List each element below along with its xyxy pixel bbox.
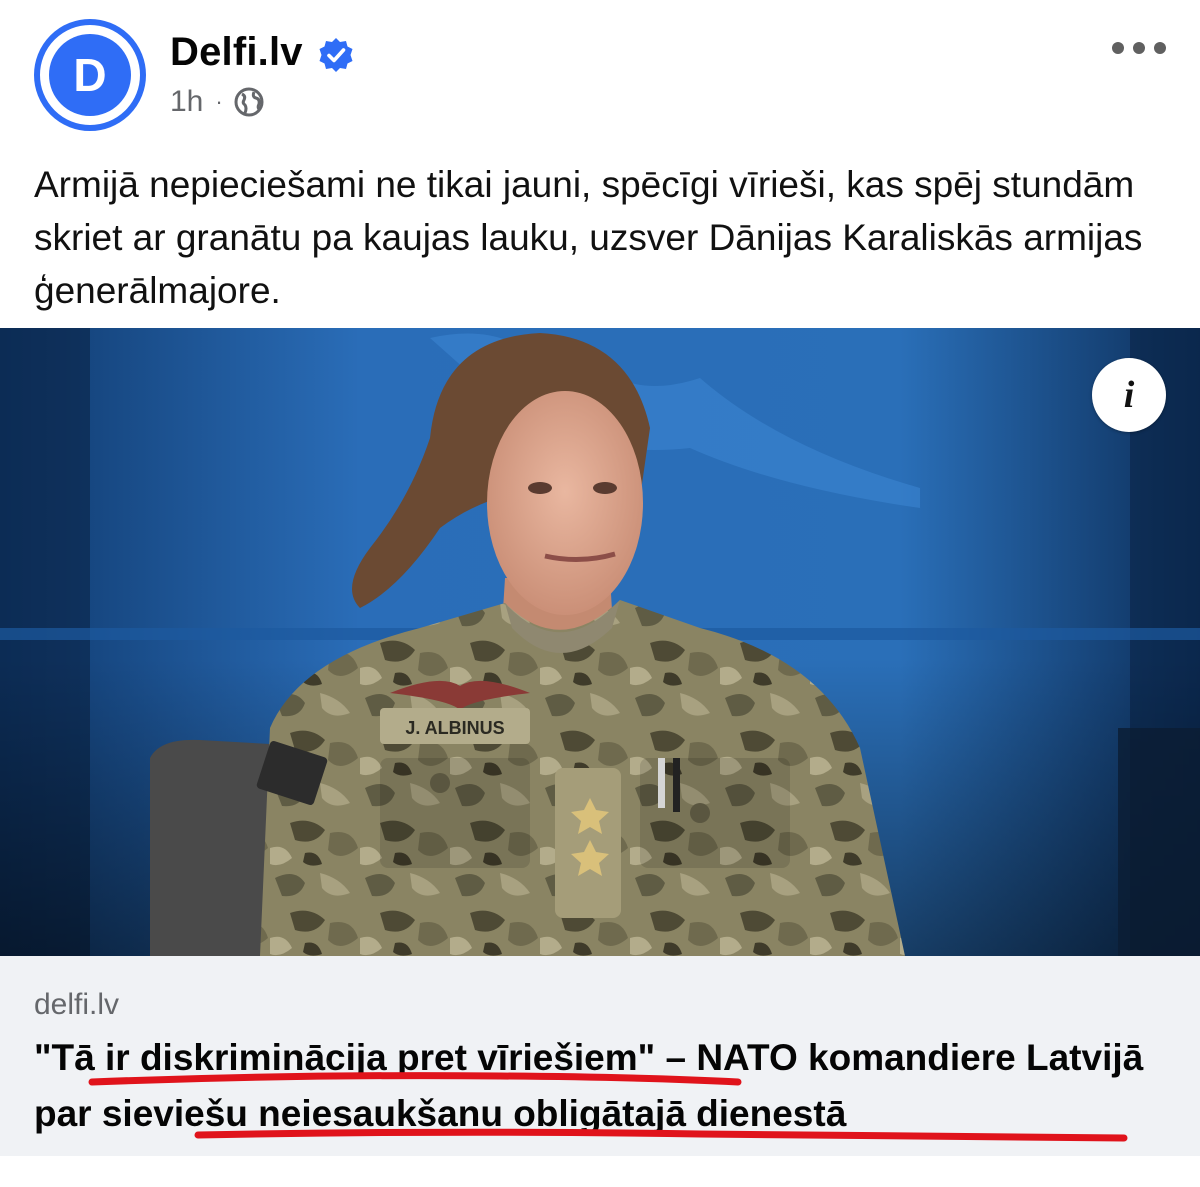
link-headline[interactable]: "Tā ir diskriminācija pret vīriešiem" – …: [34, 1030, 1174, 1142]
link-domain: delfi.lv: [34, 988, 120, 1021]
post-photo[interactable]: J. ALBINUS i: [0, 328, 1200, 956]
info-icon[interactable]: i: [1092, 358, 1166, 432]
more-dot: [1154, 42, 1166, 54]
post-meta: 1h ·: [170, 84, 265, 120]
verified-badge-icon: [319, 38, 353, 72]
more-dot: [1112, 42, 1124, 54]
page-name[interactable]: Delfi.lv: [170, 30, 303, 75]
post-time[interactable]: 1h: [170, 85, 203, 119]
post-header: D Delfi.lv 1h ·: [0, 0, 1200, 140]
more-dot: [1133, 42, 1145, 54]
avatar-letter: D: [49, 34, 131, 116]
meta-separator: ·: [215, 89, 223, 114]
globe-icon: [234, 87, 264, 117]
more-options-icon[interactable]: [1112, 36, 1166, 60]
name-tape: J. ALBINUS: [405, 718, 504, 738]
photo-illustration: J. ALBINUS: [0, 328, 1200, 956]
post-message: Armijā nepieciešami ne tikai jauni, spēc…: [34, 164, 1143, 311]
page-avatar[interactable]: D: [34, 19, 146, 131]
